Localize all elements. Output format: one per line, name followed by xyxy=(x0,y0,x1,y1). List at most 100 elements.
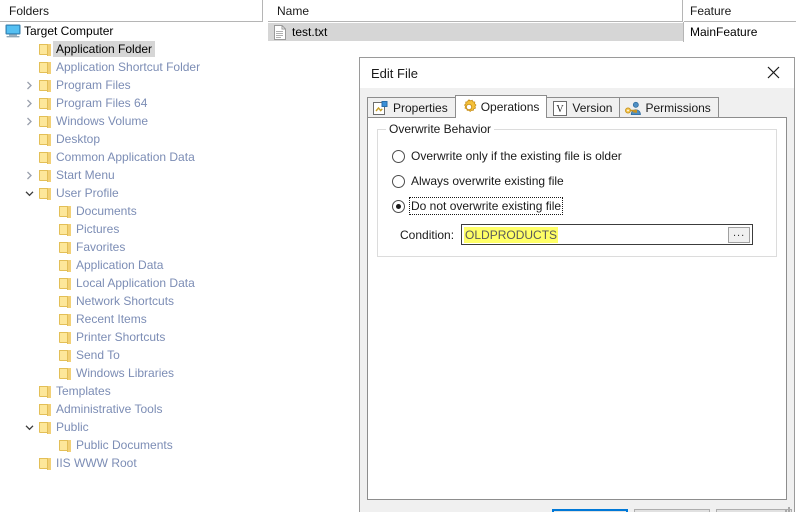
close-icon xyxy=(767,66,780,79)
chevron-right-icon[interactable] xyxy=(21,112,37,130)
condition-input[interactable]: OLDPRODUCTS ... xyxy=(461,224,753,245)
tree-twisty-placeholder xyxy=(41,364,57,382)
column-header-name[interactable]: Name xyxy=(268,0,683,22)
tree-twisty-placeholder xyxy=(21,130,37,148)
folder-icon xyxy=(57,364,73,382)
tree-item-send-to[interactable]: Send To xyxy=(0,346,263,364)
tree-indent xyxy=(0,76,21,94)
tree-indent xyxy=(0,418,21,436)
tree-indent xyxy=(0,436,41,454)
folder-icon xyxy=(57,202,73,220)
tree-item-application-shortcut-folder[interactable]: Application Shortcut Folder xyxy=(0,58,263,76)
tab-permissions[interactable]: Permissions xyxy=(619,97,718,118)
radio-overwrite-if-older[interactable]: Overwrite only if the existing file is o… xyxy=(392,148,623,164)
tab-label: Version xyxy=(572,101,612,115)
folder-icon xyxy=(37,400,53,418)
tree-indent xyxy=(0,238,41,256)
folder-tree[interactable]: Target ComputerApplication FolderApplica… xyxy=(0,22,263,512)
edit-file-dialog: Edit File PropertiesOperations V Version Pe… xyxy=(359,57,795,512)
radio-indicator xyxy=(392,150,405,163)
folder-icon xyxy=(37,112,53,130)
tree-item-label: Application Shortcut Folder xyxy=(53,59,203,75)
chevron-right-icon[interactable] xyxy=(21,94,37,112)
tree-item-application-folder[interactable]: Application Folder xyxy=(0,40,263,58)
folder-icon xyxy=(57,328,73,346)
tab-version[interactable]: V Version xyxy=(546,97,620,118)
chevron-right-icon[interactable] xyxy=(21,76,37,94)
radio-do-not-overwrite[interactable]: Do not overwrite existing file xyxy=(392,198,562,214)
tree-item-windows-libraries[interactable]: Windows Libraries xyxy=(0,364,263,382)
tab-operations[interactable]: Operations xyxy=(455,95,548,118)
tree-item-start-menu[interactable]: Start Menu xyxy=(0,166,263,184)
dialog-titlebar[interactable]: Edit File xyxy=(360,58,794,88)
tree-item-printer-shortcuts[interactable]: Printer Shortcuts xyxy=(0,328,263,346)
tree-item-network-shortcuts[interactable]: Network Shortcuts xyxy=(0,292,263,310)
tree-indent xyxy=(0,184,21,202)
folder-icon xyxy=(37,148,53,166)
tree-item-user-profile[interactable]: User Profile xyxy=(0,184,263,202)
tree-item-iis-www-root[interactable]: IIS WWW Root xyxy=(0,454,263,472)
folder-icon xyxy=(57,238,73,256)
folder-icon xyxy=(37,76,53,94)
tree-item-label: Templates xyxy=(53,383,114,399)
tree-item-templates[interactable]: Templates xyxy=(0,382,263,400)
chevron-right-icon[interactable] xyxy=(21,166,37,184)
folders-panel-header: Folders xyxy=(0,0,263,22)
folder-icon xyxy=(57,274,73,292)
chevron-down-icon[interactable] xyxy=(21,418,37,436)
tree-item-local-application-data[interactable]: Local Application Data xyxy=(0,274,263,292)
tree-item-recent-items[interactable]: Recent Items xyxy=(0,310,263,328)
folder-icon xyxy=(37,58,53,76)
tree-item-label: Recent Items xyxy=(73,311,150,327)
tree-item-desktop[interactable]: Desktop xyxy=(0,130,263,148)
column-header-feature[interactable]: Feature xyxy=(684,0,796,22)
folder-icon xyxy=(37,454,53,472)
tree-indent xyxy=(0,220,41,238)
tree-indent xyxy=(0,364,41,382)
tree-item-windows-volume[interactable]: Windows Volume xyxy=(0,112,263,130)
tree-item-program-files[interactable]: Program Files xyxy=(0,76,263,94)
gear-icon xyxy=(461,99,477,115)
tree-item-documents[interactable]: Documents xyxy=(0,202,263,220)
folder-icon xyxy=(57,292,73,310)
tree-item-public[interactable]: Public xyxy=(0,418,263,436)
ellipsis-icon: ... xyxy=(733,230,745,237)
tree-twisty-placeholder xyxy=(21,382,37,400)
text-file-icon xyxy=(273,25,287,40)
svg-text:V: V xyxy=(557,104,565,115)
tree-twisty-placeholder xyxy=(41,274,57,292)
close-button[interactable] xyxy=(752,58,794,87)
tree-twisty-placeholder xyxy=(41,292,57,310)
operations-tab-page: Overwrite Behavior Overwrite only if the… xyxy=(367,117,787,500)
tree-item-label: Start Menu xyxy=(53,167,118,183)
folder-icon xyxy=(57,256,73,274)
tree-item-label: Printer Shortcuts xyxy=(73,329,168,345)
file-row-test-txt[interactable]: test.txt xyxy=(268,23,683,41)
radio-always-overwrite[interactable]: Always overwrite existing file xyxy=(392,173,565,189)
tree-item-label: IIS WWW Root xyxy=(53,455,140,471)
file-name-label: test.txt xyxy=(292,25,327,39)
chevron-down-icon[interactable] xyxy=(21,184,37,202)
tree-item-public-documents[interactable]: Public Documents xyxy=(0,436,263,454)
properties-icon xyxy=(373,100,389,116)
tree-twisty-placeholder xyxy=(21,40,37,58)
tree-indent xyxy=(0,166,21,184)
tree-item-target-computer[interactable]: Target Computer xyxy=(0,22,263,40)
tree-item-label: Program Files 64 xyxy=(53,95,150,111)
tree-item-pictures[interactable]: Pictures xyxy=(0,220,263,238)
column-header-feature-label: Feature xyxy=(690,4,731,18)
tree-indent xyxy=(0,112,21,130)
computer-icon xyxy=(5,22,21,40)
tree-item-common-application-data[interactable]: Common Application Data xyxy=(0,148,263,166)
tree-item-favorites[interactable]: Favorites xyxy=(0,238,263,256)
tab-properties[interactable]: Properties xyxy=(367,97,456,118)
tree-indent xyxy=(0,274,41,292)
tree-item-application-data[interactable]: Application Data xyxy=(0,256,263,274)
tree-indent xyxy=(0,310,41,328)
condition-browse-button[interactable]: ... xyxy=(728,227,750,243)
resize-grip-icon[interactable] xyxy=(780,505,792,512)
tree-item-program-files-64[interactable]: Program Files 64 xyxy=(0,94,263,112)
tree-item-administrative-tools[interactable]: Administrative Tools xyxy=(0,400,263,418)
tree-twisty-placeholder xyxy=(21,58,37,76)
condition-row: Condition: OLDPRODUCTS ... xyxy=(400,224,753,245)
